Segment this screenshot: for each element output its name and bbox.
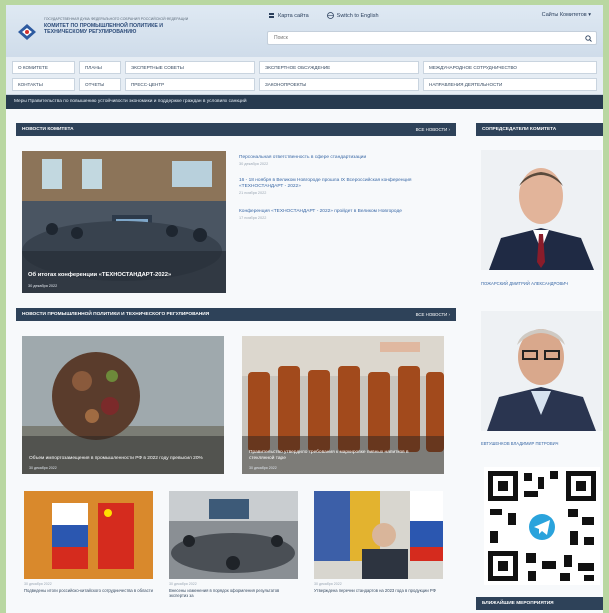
chairman-name[interactable]: Евтушенков Владимир Петрович [481,441,602,446]
page: Государственная Дума Федерального Собран… [6,5,603,613]
news-title: Подведены итоги российско-китайского сот… [24,588,153,593]
side-news-item[interactable]: 16 - 18 ноября в Великом Новгороде прошл… [239,178,439,195]
news-date: 30 декабря 2022 [239,162,269,166]
news-date: 30 декабря 2022 [29,466,57,470]
flags-photo [24,491,153,579]
news-date: 30 декабря 2022 [249,466,277,470]
telegram-qr-icon [484,467,600,585]
menu-item-councils[interactable]: Экспертные советы [125,61,255,74]
duma-logo-icon[interactable] [16,22,38,42]
news-date: 30 декабря 2022 [314,582,342,586]
news-card[interactable]: Объем импортозамещения в промышленности … [22,336,224,474]
official-photo [314,491,443,579]
news-date: 21 ноября 2022 [239,191,267,195]
news-caption: Правительство утвердило требования к мар… [249,450,409,461]
menu-item-bills[interactable]: Законопроекты [259,78,419,91]
globe-icon [326,12,334,19]
menu-item-plans[interactable]: Планы [79,61,121,74]
sitemap-icon [269,13,274,18]
menu-item-contacts[interactable]: Контакты [12,78,75,91]
top-links: Карта сайта Switch to English [268,12,379,19]
news-date: 30 декабря 2022 [169,582,197,586]
section-title: Новости промышленной политики и техничес… [22,312,210,317]
search-box [267,31,597,45]
meeting-photo [169,491,298,579]
side-news-item[interactable]: Персональная ответственность в сфере ста… [239,155,439,166]
main-news-date: 30 декабря 2022 [28,284,58,288]
chairman-photo[interactable] [481,150,602,270]
menu-item-about[interactable]: О Комитете [12,61,75,74]
sitemap-link-label: Карта сайта [278,12,309,19]
news-title: Утверждена перечни стандартов на 2023 го… [314,588,436,593]
logo-title[interactable]: Комитет по промышленной политике и техни… [44,23,204,35]
industry-news-header: Новости промышленной политики и техничес… [16,308,456,321]
menu-row: О Комитете Планы Экспертные советы Экспе… [12,61,597,74]
side-news-item[interactable]: Конференция «ТЕХНОСТАНДАРТ - 2022» пройд… [239,209,439,220]
main-menu: О Комитете Планы Экспертные советы Экспе… [6,57,603,95]
section-title: Новости Комитета [22,127,74,132]
chairman-name[interactable]: Пожарский Дмитрий Александрович [481,281,602,286]
chairmen-header: Сопредседатели Комитета [476,123,603,136]
search-input[interactable] [268,32,578,44]
main-news-image[interactable]: Об итогах конференции «ТЕХНОСТАНДАРТ-202… [22,151,226,293]
committees-dropdown[interactable]: Сайты Комитетов ▾ [542,12,591,18]
search-icon[interactable] [585,35,592,42]
person-portrait [481,150,602,270]
committee-news-header: Новости Комитета Все новости › [16,123,456,136]
events-header: Ближайшие мероприятия [476,597,603,610]
menu-row: Контакты Отчеты Пресс-центр Законопроект… [12,78,597,91]
small-news-card[interactable]: 30 декабря 2022 Внесены изменения в поря… [169,491,298,598]
news-date: 17 ноября 2022 [239,216,267,220]
announcement-ticker[interactable]: Меры Правительства по повышению устойчив… [6,95,603,109]
tea-ball-photo [22,336,224,474]
english-link[interactable]: Switch to English [326,12,379,19]
news-title: Конференция «ТЕХНОСТАНДАРТ - 2022» пройд… [239,209,402,214]
qr-code[interactable] [484,467,600,585]
main-news-caption: Об итогах конференции «ТЕХНОСТАНДАРТ-202… [28,272,172,278]
menu-item-discussion[interactable]: Экспертное обсуждение [259,61,419,74]
news-caption: Объем импортозамещения в промышленности … [29,456,203,461]
english-link-label: Switch to English [336,12,379,19]
logo-subtitle: Государственная Дума Федерального Собран… [44,17,189,21]
menu-item-press[interactable]: Пресс-центр [125,78,255,91]
all-news-link[interactable]: Все новости › [416,308,450,321]
menu-item-reports[interactable]: Отчеты [79,78,121,91]
small-news-card[interactable]: 30 декабря 2022 Утверждена перечни станд… [314,491,443,593]
all-news-link[interactable]: Все новости › [416,123,450,136]
header: Государственная Дума Федерального Собран… [6,5,603,57]
news-card[interactable]: Правительство утвердило требования к мар… [242,336,444,474]
news-date: 30 декабря 2022 [24,582,52,586]
sitemap-link[interactable]: Карта сайта [268,12,309,19]
chairman-photo[interactable] [481,311,602,431]
person-portrait [481,311,602,431]
news-title: Внесены изменения в порядок оформления р… [169,588,280,598]
news-title: 16 - 18 ноября в Великом Новгороде прошл… [239,178,412,189]
menu-item-international[interactable]: Международное сотрудничество [423,61,597,74]
menu-item-activities[interactable]: Направления деятельности [423,78,597,91]
news-title: Персональная ответственность в сфере ста… [239,155,367,160]
small-news-card[interactable]: 30 декабря 2022 Подведены итоги российск… [24,491,153,593]
